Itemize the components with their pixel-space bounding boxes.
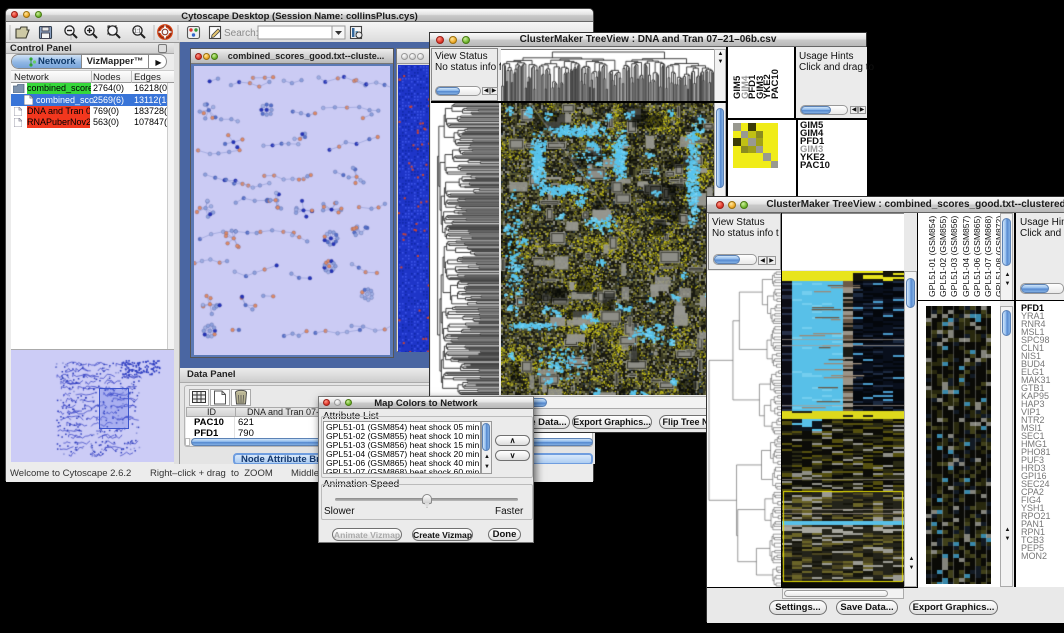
svg-text:1:1: 1:1 bbox=[134, 29, 141, 35]
svg-text:Search:: Search: bbox=[224, 28, 258, 39]
